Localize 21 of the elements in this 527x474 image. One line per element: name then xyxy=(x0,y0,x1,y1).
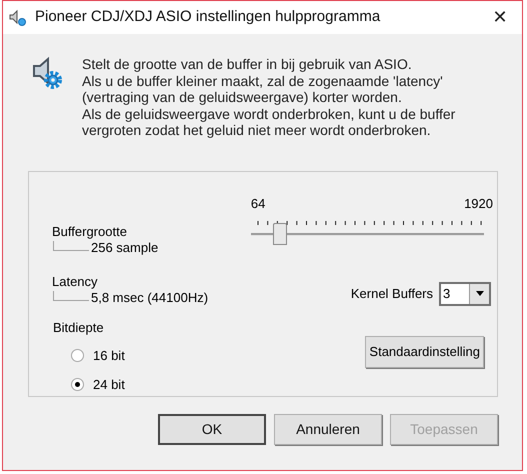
latency-label: Latency xyxy=(52,274,99,290)
default-settings-button[interactable]: Standaardinstelling xyxy=(365,336,484,368)
slider-min-label: 64 xyxy=(250,194,266,212)
radio-option[interactable]: 16 bit xyxy=(71,346,125,365)
description-text: Stelt de grootte van de buffer in bij gebruik van ASIO. Als u de buffer kleiner maakt, zal de zogenaamde 'latency' (vertraging van de geluidsweergave) korter worden. Als de geluidsweergave wordt onderbroken, kunt u de buffer vergroten zodat het geluid niet meer wordt onderbroken. xyxy=(82,56,456,138)
buffer-size-label: Buffergrootte xyxy=(52,224,128,240)
latency-value: 5,8 msec (44100Hz) xyxy=(91,290,208,306)
radio-button[interactable] xyxy=(71,378,84,392)
caret-icon xyxy=(469,284,489,304)
buffer-size-value: 256 sample xyxy=(91,240,158,256)
bit-depth-label: Bitdiepte xyxy=(53,319,105,337)
close-button[interactable]: ✕ xyxy=(478,1,522,34)
radio-option[interactable]: 24 bit xyxy=(71,375,125,394)
kernel-buffers-label: Kernel Buffers xyxy=(350,285,433,304)
radio-button[interactable] xyxy=(71,348,84,362)
kernel-buffers-dropdown[interactable]: 3 xyxy=(439,282,491,306)
window-title: Pioneer CDJ/XDJ ASIO instellingen hulpprogramma xyxy=(35,7,380,28)
slider-thumb[interactable] xyxy=(272,223,287,245)
dialog-button[interactable]: Annuleren xyxy=(274,414,382,444)
slider-max-label: 1920 xyxy=(464,194,493,212)
dialog-button[interactable]: OK xyxy=(158,414,266,444)
